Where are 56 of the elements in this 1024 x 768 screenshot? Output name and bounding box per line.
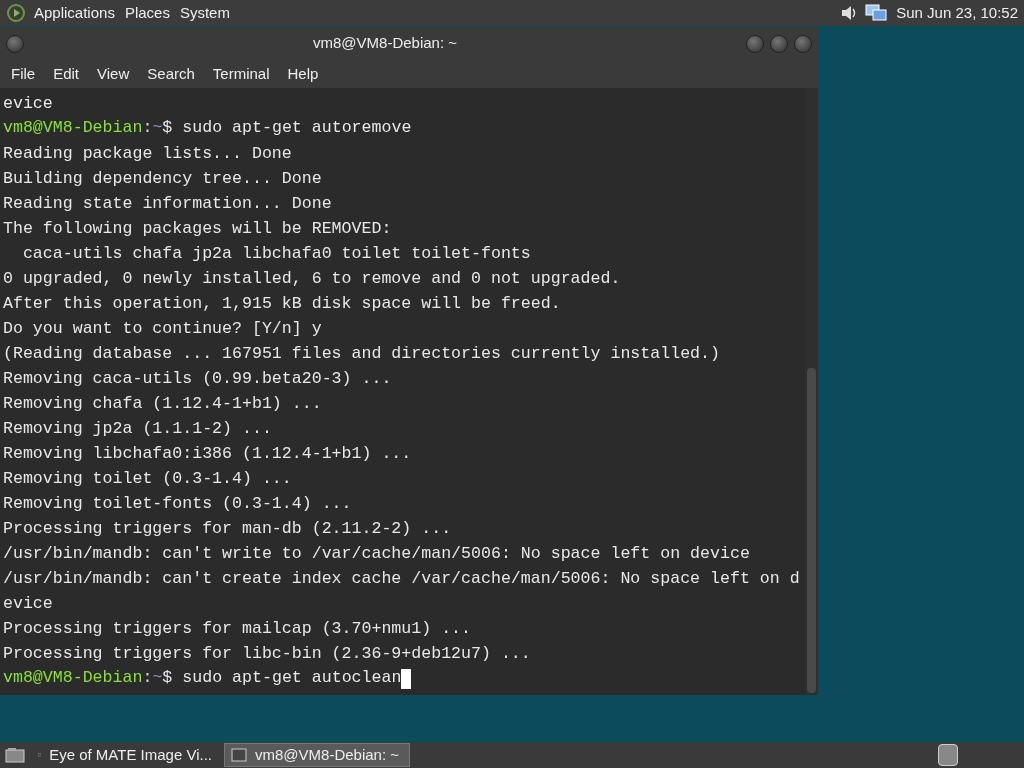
- show-desktop-icon[interactable]: [4, 746, 26, 764]
- scrollbar[interactable]: [805, 88, 818, 695]
- output-line: /usr/bin/mandb: can't create index cache /var/cache/man/5006: No space left on d: [3, 568, 800, 590]
- workspace-switcher[interactable]: [938, 744, 958, 766]
- menu-item[interactable]: Search: [138, 62, 204, 86]
- clock[interactable]: Sun Jun 23, 10:52: [896, 1, 1018, 25]
- output-line: Building dependency tree... Done: [3, 168, 322, 190]
- output-line: Processing triggers for mailcap (3.70+nmu1) ...: [3, 618, 472, 640]
- window-menu-button[interactable]: [6, 34, 24, 53]
- window-icon: [231, 748, 247, 762]
- output-line: 0 upgraded, 0 newly installed, 6 to remove and 0 not upgraded.: [3, 268, 621, 290]
- panel-menu[interactable]: Applications: [34, 1, 115, 25]
- prompt-user-host: vm8@VM8-Debian: [3, 117, 143, 140]
- menu-item[interactable]: Terminal: [203, 62, 279, 86]
- prompt-symbol: $: [162, 117, 174, 140]
- minimize-button[interactable]: [746, 34, 764, 53]
- window-title: vm8@VM8-Debian: ~: [312, 33, 458, 54]
- taskbar-button[interactable]: Eye of MATE Image Vi...: [32, 743, 218, 767]
- output-line: (Reading database ... 167951 files and directories currently installed.): [3, 343, 720, 365]
- output-line: caca-utils chafa jp2a libchafa0 toilet toilet-fonts: [21, 243, 531, 265]
- prompt-path: ~: [152, 667, 163, 690]
- output-line: Removing chafa (1.12.4-1+b1) ...: [3, 393, 322, 415]
- network-icon[interactable]: [864, 3, 889, 23]
- prompt-path: ~: [152, 117, 163, 140]
- command-text: sudo apt-get autoclean: [182, 667, 402, 690]
- maximize-button[interactable]: [770, 34, 788, 53]
- prompt-separator: :: [142, 117, 153, 140]
- output-line: /usr/bin/mandb: can't write to /var/cache/man/5006: No space left on device: [3, 543, 750, 565]
- taskbar-button[interactable]: vm8@VM8-Debian: ~: [224, 743, 410, 767]
- output-line: Reading package lists... Done: [3, 143, 292, 165]
- output-line: evice: [3, 593, 53, 615]
- output-line: Processing triggers for man-db (2.11.2-2) ...: [3, 518, 452, 540]
- close-button[interactable]: [794, 34, 812, 53]
- command-text: sudo apt-get autoremove: [182, 117, 412, 140]
- prompt-user-host: vm8@VM8-Debian: [3, 667, 143, 690]
- panel-menu[interactable]: Places: [124, 1, 170, 25]
- scrollbar-thumb[interactable]: [807, 368, 816, 693]
- output-line: Removing libchafa0:i386 (1.12.4-1+b1) ...: [3, 443, 412, 465]
- menu-item[interactable]: File: [2, 62, 45, 86]
- output-line: After this operation, 1,915 kB disk space will be freed.: [3, 293, 561, 315]
- output-line: Removing toilet (0.3-1.4) ...: [3, 468, 292, 490]
- output-line: Removing toilet-fonts (0.3-1.4) ...: [3, 493, 352, 515]
- prompt-separator: :: [142, 667, 153, 690]
- output-line: Reading state information... Done: [3, 193, 332, 215]
- output-line: The following packages will be REMOVED:: [3, 218, 392, 240]
- output-line: Do you want to continue? [Y/n] y: [3, 318, 322, 340]
- menu-item[interactable]: Edit: [44, 62, 89, 86]
- menu-item[interactable]: View: [88, 62, 139, 86]
- output-line: evice: [3, 93, 53, 115]
- distro-logo-icon[interactable]: [6, 3, 26, 23]
- panel-menu[interactable]: System: [179, 1, 230, 25]
- output-line: Removing jp2a (1.1.1-2) ...: [3, 418, 272, 440]
- output-line: Removing caca-utils (0.99.beta20-3) ...: [3, 368, 392, 390]
- menu-item[interactable]: Help: [278, 62, 328, 86]
- output-line: Processing triggers for libc-bin (2.36-9+deb12u7) ...: [3, 643, 531, 665]
- prompt-symbol: $: [162, 667, 174, 690]
